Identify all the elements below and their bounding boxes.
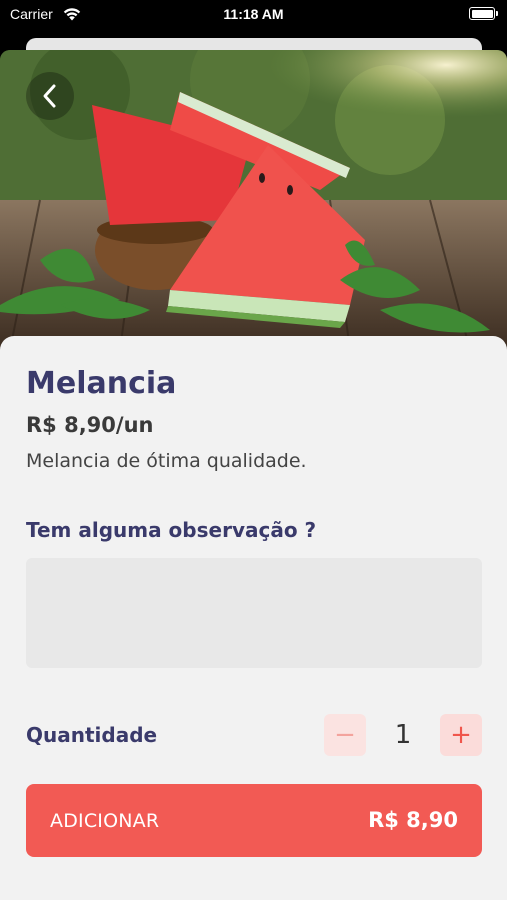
product-image [0, 50, 507, 350]
add-button-label: ADICIONAR [50, 810, 160, 832]
decrease-quantity-button[interactable]: − [324, 714, 366, 756]
product-details-sheet: Melancia R$ 8,90/un Melancia de ótima qu… [0, 336, 507, 900]
clock: 11:18 AM [223, 6, 284, 22]
observation-input[interactable] [26, 558, 482, 668]
minus-icon: − [334, 720, 356, 750]
product-description: Melancia de ótima qualidade. [26, 450, 307, 472]
observation-label: Tem alguma observação ? [26, 518, 317, 542]
quantity-value: 1 [394, 720, 412, 750]
quantity-label: Quantidade [26, 723, 158, 747]
back-button[interactable] [26, 72, 74, 120]
product-price: R$ 8,90/un [26, 413, 154, 437]
increase-quantity-button[interactable]: + [440, 714, 482, 756]
battery-icon [469, 7, 498, 20]
chevron-left-icon [43, 84, 56, 108]
add-button-total: R$ 8,90 [368, 808, 458, 832]
watermelon-illustration [0, 50, 507, 350]
add-to-cart-button[interactable]: ADICIONAR R$ 8,90 [26, 784, 482, 857]
product-title: Melancia [26, 366, 177, 401]
status-bar: Carrier 11:18 AM [0, 0, 507, 34]
plus-icon: + [450, 720, 472, 750]
